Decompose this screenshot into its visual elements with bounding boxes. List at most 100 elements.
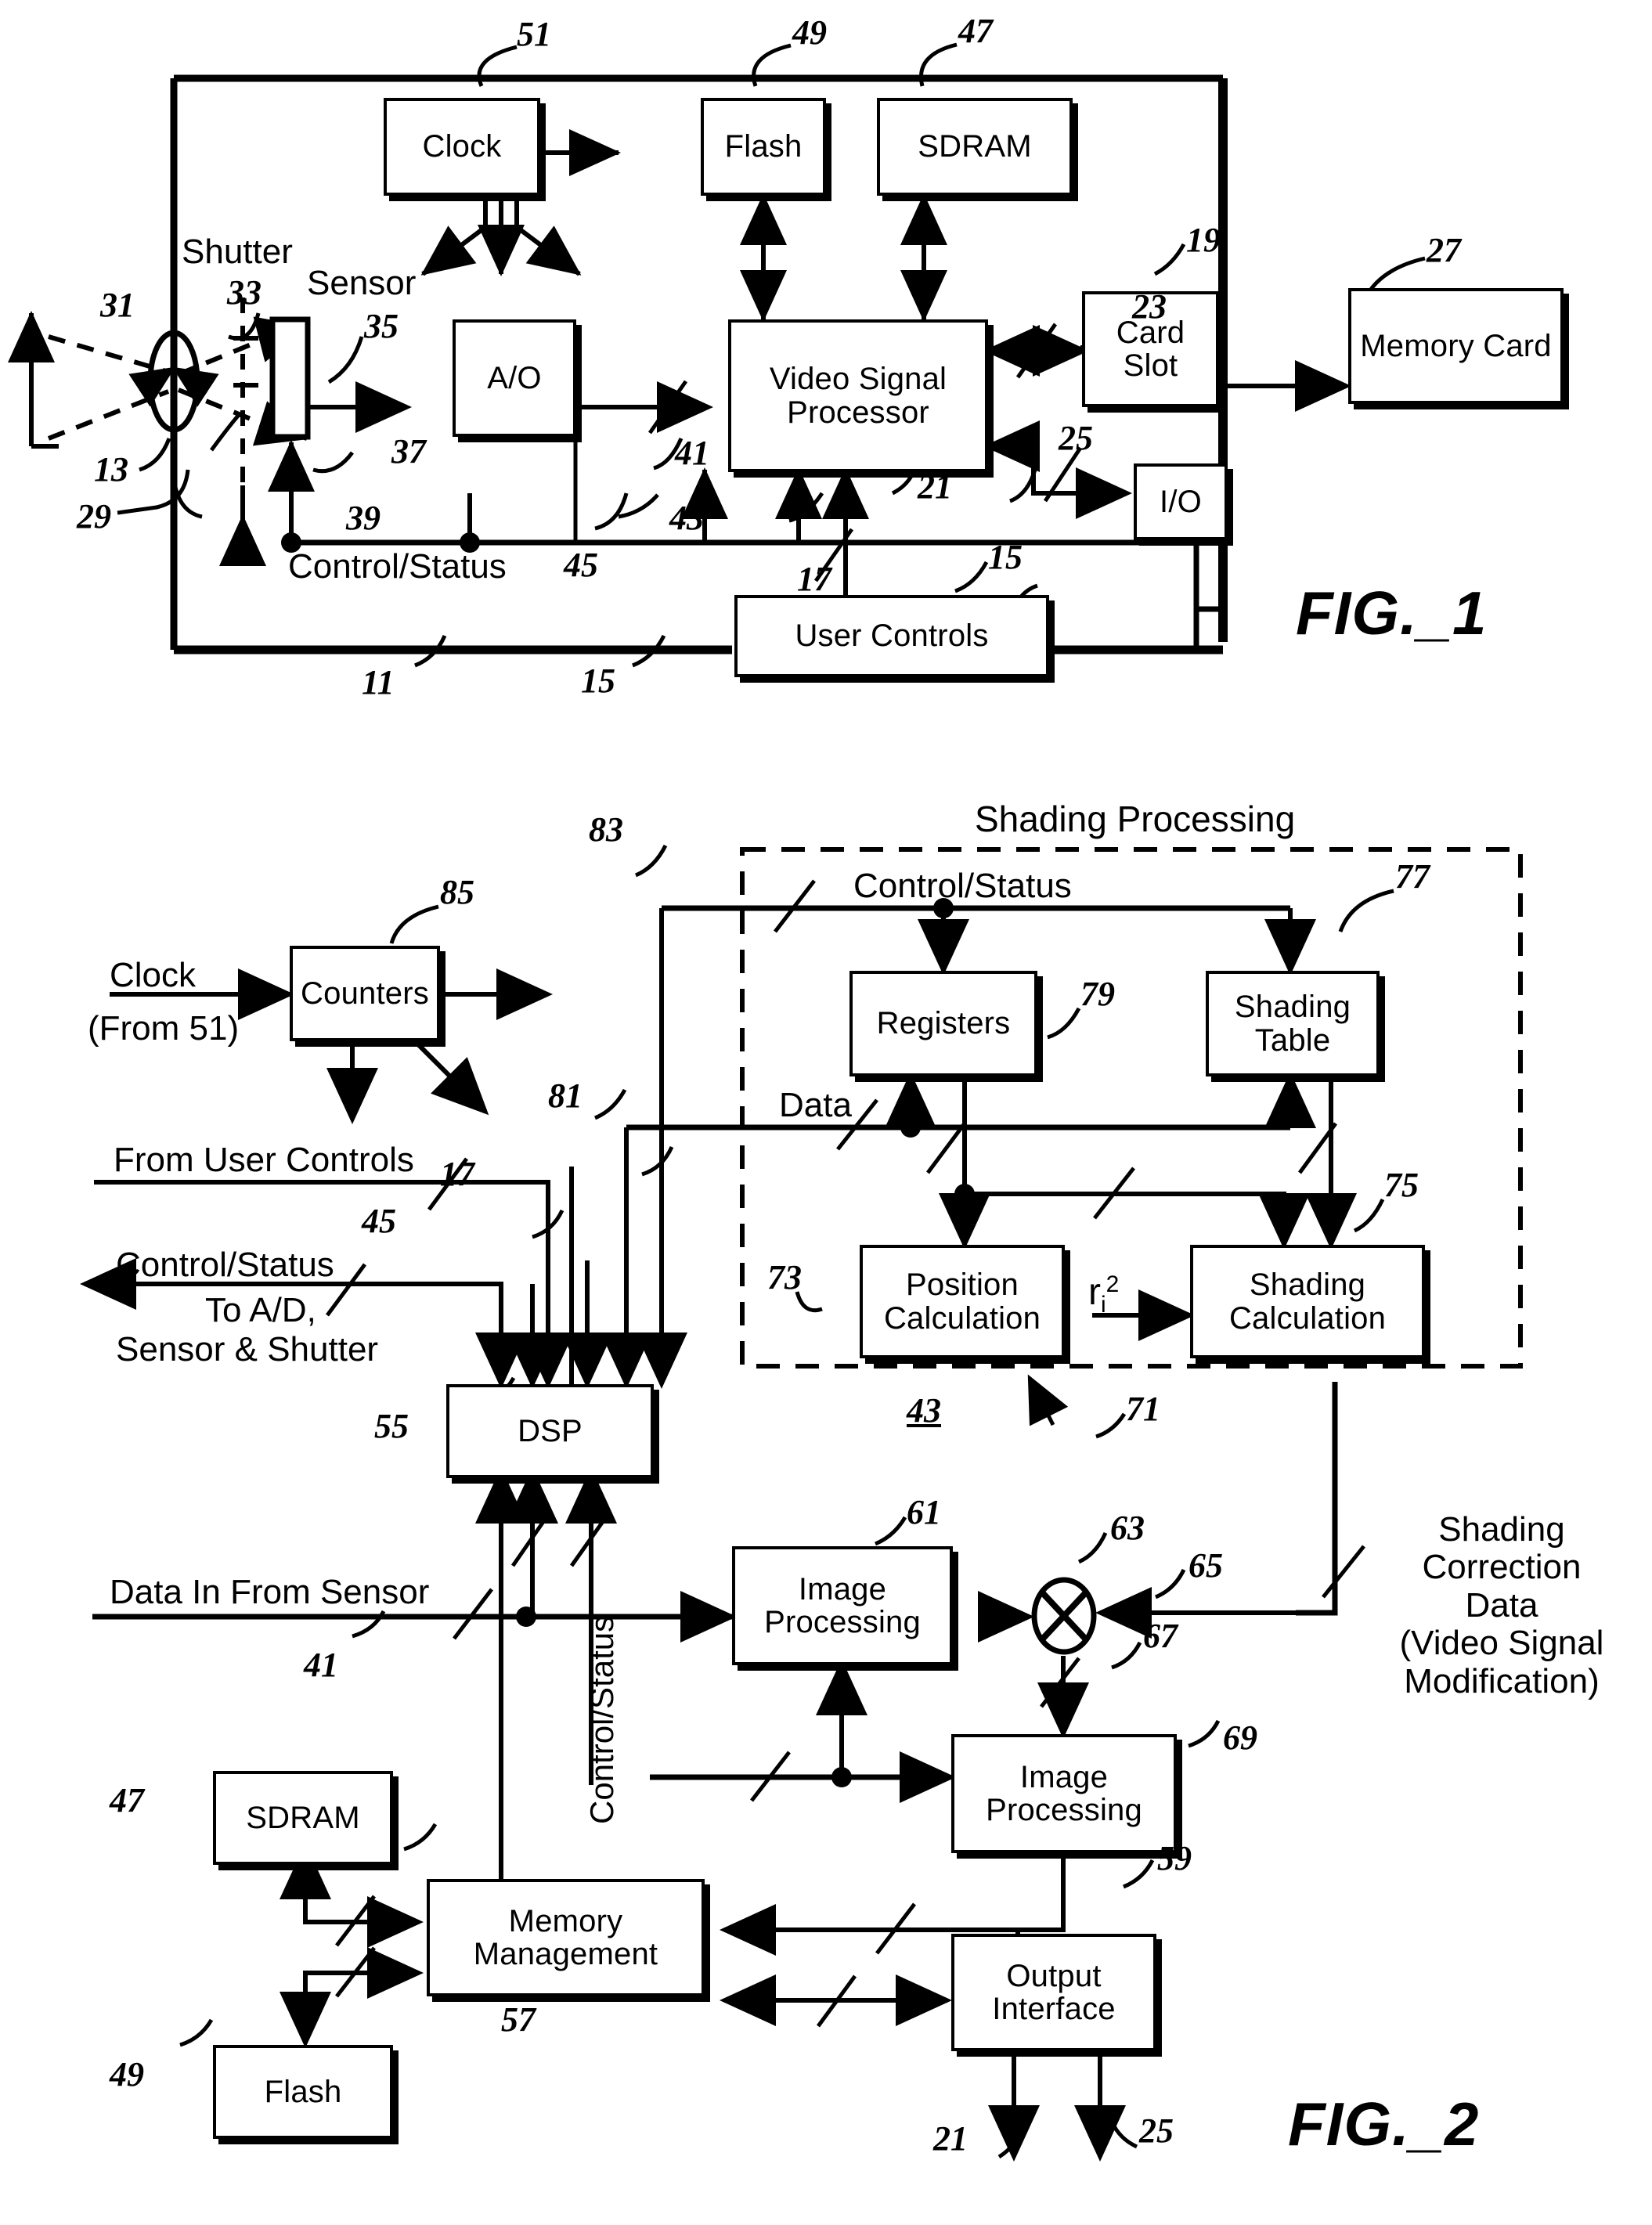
- label-data-in-from-sensor: Data In From Sensor: [110, 1573, 430, 1611]
- shading-corr-line-4: (Video Signal: [1399, 1624, 1604, 1663]
- ri-superscript: 2: [1106, 1271, 1120, 1297]
- ref-55: 55: [374, 1407, 409, 1445]
- ref-37: 37: [391, 432, 426, 471]
- ref-31: 31: [100, 286, 135, 324]
- patent-figure-sheet: Clock Flash SDRAM A/O Video Signal Proce…: [0, 0, 1652, 2225]
- label-shading-correction-data: Shading Correction Data (Video Signal Mo…: [1361, 1510, 1643, 1700]
- ref-39: 39: [346, 499, 381, 537]
- ref-21: 21: [918, 467, 952, 506]
- ref-43: 43: [669, 499, 704, 537]
- ref-47: 47: [958, 12, 993, 50]
- label-to-ad-line2: Sensor & Shutter: [116, 1330, 379, 1369]
- ref-19: 19: [1186, 221, 1221, 259]
- ref-17: 17: [797, 560, 831, 598]
- ref-57: 57: [501, 2000, 536, 2039]
- ref-23: 23: [1132, 287, 1167, 326]
- block-image-processing-1[interactable]: Image Processing: [732, 1546, 953, 1665]
- block-card-slot-label: Card Slot: [1116, 315, 1185, 383]
- ref-11: 11: [362, 663, 395, 701]
- block-registers-label: Registers: [876, 1006, 1011, 1041]
- shading-corr-line-2: Correction: [1422, 1548, 1582, 1587]
- block-position-calculation-label: Position Calculation: [883, 1268, 1041, 1336]
- ref-17-fig2: 17: [440, 1155, 474, 1193]
- ri-base: r: [1088, 1271, 1101, 1313]
- ref-59: 59: [1157, 1839, 1192, 1877]
- block-memory-management[interactable]: Memory Management: [427, 1879, 705, 1996]
- block-io[interactable]: I/O: [1134, 463, 1228, 540]
- ref-81: 81: [548, 1076, 583, 1115]
- block-shading-table[interactable]: Shading Table: [1206, 971, 1380, 1076]
- block-shading-table-label: Shading Table: [1234, 990, 1351, 1058]
- block-shading-calculation[interactable]: Shading Calculation: [1190, 1245, 1425, 1358]
- block-flash-fig2-label: Flash: [264, 2074, 342, 2109]
- ref-25-fig2: 25: [1139, 2111, 1174, 2150]
- ref-83: 83: [589, 810, 623, 849]
- label-control-status-vertical: Control/Status: [583, 1615, 620, 1824]
- block-sdram-fig2[interactable]: SDRAM: [213, 1771, 393, 1865]
- label-sensor: Sensor: [307, 264, 417, 302]
- block-video-signal-processor[interactable]: Video Signal Processor: [728, 319, 988, 472]
- ref-77: 77: [1395, 857, 1430, 896]
- figure-1-label: FIG._1: [1296, 579, 1488, 647]
- ref-21-fig2: 21: [933, 2119, 968, 2158]
- block-dsp[interactable]: DSP: [446, 1384, 654, 1478]
- ref-29: 29: [77, 497, 111, 536]
- ref-41-fig2: 41: [304, 1646, 338, 1684]
- ref-15-top: 15: [988, 538, 1023, 576]
- ref-45: 45: [564, 546, 598, 584]
- ref-63: 63: [1110, 1509, 1145, 1547]
- ref-69: 69: [1223, 1718, 1257, 1757]
- ref-65: 65: [1189, 1546, 1223, 1585]
- ref-49-fig2: 49: [110, 2055, 144, 2093]
- block-analog-output-label: A/O: [487, 360, 542, 395]
- block-clock[interactable]: Clock: [384, 98, 540, 196]
- multiplier-node: [1030, 1575, 1098, 1657]
- label-control-status-bus: Control/Status: [288, 547, 507, 586]
- label-ri-squared: ri2: [1088, 1271, 1120, 1317]
- ref-67: 67: [1143, 1617, 1178, 1655]
- block-counters-label: Counters: [301, 975, 429, 1011]
- block-memory-card[interactable]: Memory Card: [1348, 288, 1564, 404]
- ref-71: 71: [1126, 1390, 1160, 1428]
- block-shading-calculation-label: Shading Calculation: [1228, 1268, 1387, 1336]
- ri-subscript: i: [1100, 1292, 1106, 1318]
- ref-41: 41: [675, 434, 709, 472]
- block-flash-fig2[interactable]: Flash: [213, 2045, 393, 2139]
- block-position-calculation[interactable]: Position Calculation: [860, 1245, 1065, 1358]
- block-sdram-fig2-label: SDRAM: [246, 1800, 360, 1835]
- ref-79: 79: [1080, 975, 1115, 1013]
- block-video-signal-processor-label: Video Signal Processor: [769, 362, 947, 430]
- shading-processing-group-title: Shading Processing: [975, 799, 1296, 839]
- shading-corr-line-3: Data: [1465, 1585, 1538, 1625]
- ref-43-fig2: 43: [907, 1391, 941, 1430]
- shading-corr-line-5: Modification): [1404, 1661, 1600, 1700]
- block-output-interface[interactable]: Output Interface: [951, 1934, 1156, 2051]
- ref-13: 13: [94, 450, 128, 489]
- block-flash[interactable]: Flash: [701, 98, 826, 196]
- ref-51: 51: [517, 15, 551, 53]
- block-counters[interactable]: Counters: [290, 946, 440, 1041]
- label-to-ad-line1: To A/D,: [205, 1291, 316, 1329]
- block-clock-label: Clock: [422, 129, 502, 164]
- block-flash-label: Flash: [724, 129, 803, 164]
- ref-15-bottom: 15: [581, 662, 615, 700]
- block-sdram[interactable]: SDRAM: [877, 98, 1073, 196]
- block-dsp-label: DSP: [518, 1413, 583, 1448]
- block-io-label: I/O: [1160, 484, 1202, 519]
- block-image-processing-2-label: Image Processing: [986, 1759, 1142, 1827]
- block-output-interface-label: Output Interface: [992, 1958, 1116, 2026]
- block-image-processing-2[interactable]: Image Processing: [951, 1734, 1177, 1853]
- figure-2-label: FIG._2: [1288, 2090, 1480, 2158]
- block-user-controls[interactable]: User Controls: [734, 595, 1049, 677]
- block-analog-output[interactable]: A/O: [453, 319, 576, 437]
- label-clock-source: (From 51): [88, 1009, 240, 1048]
- label-control-status-out: Control/Status: [116, 1246, 334, 1284]
- block-registers[interactable]: Registers: [849, 971, 1037, 1076]
- ref-25: 25: [1059, 419, 1093, 457]
- label-data-bus: Data: [779, 1086, 852, 1124]
- ref-47-fig2: 47: [110, 1781, 144, 1819]
- ref-33: 33: [227, 273, 262, 312]
- label-from-user-controls: From User Controls: [114, 1141, 414, 1179]
- block-image-processing-1-label: Image Processing: [764, 1571, 921, 1639]
- ref-49: 49: [792, 13, 827, 52]
